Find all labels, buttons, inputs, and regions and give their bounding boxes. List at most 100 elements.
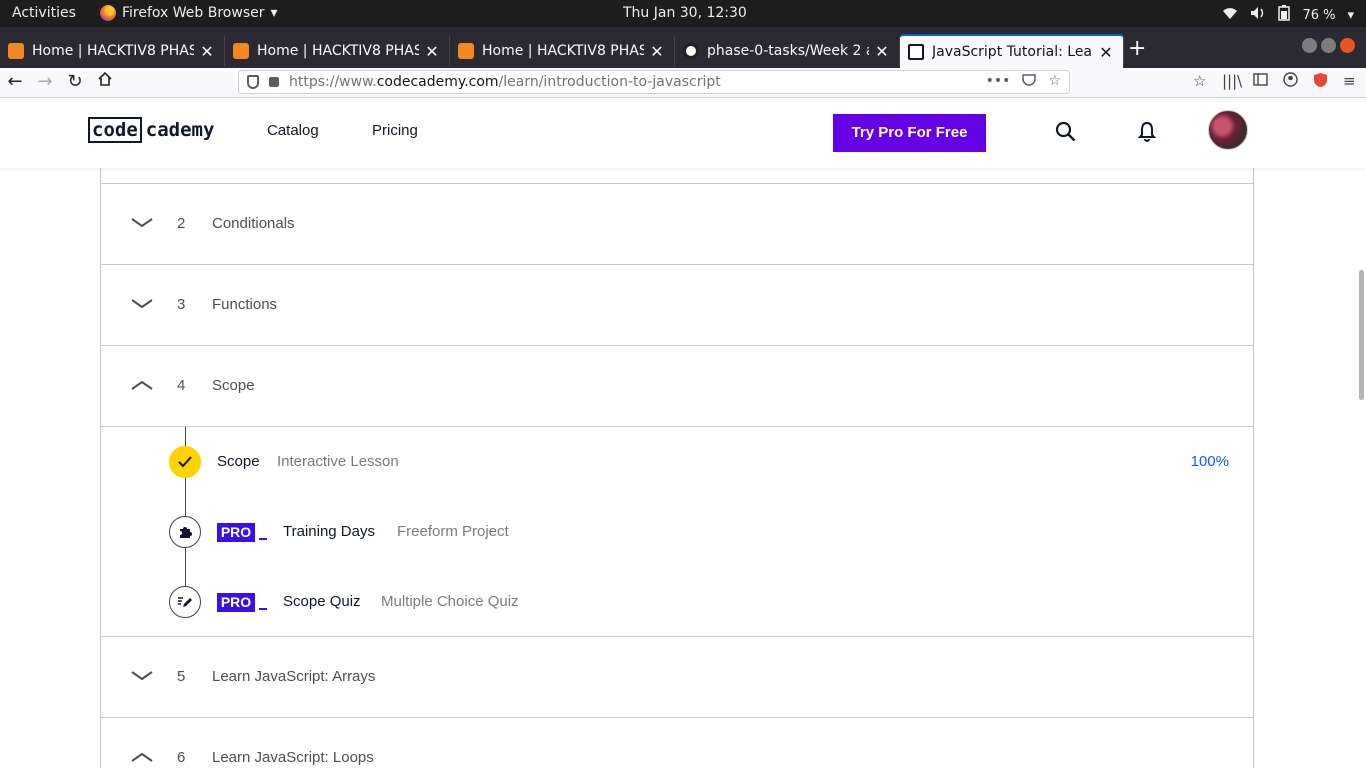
lesson-row-scope-quiz[interactable]: PRO Scope Quiz Multiple Choice Quiz	[101, 582, 1253, 622]
lesson-progress: 100%	[1190, 453, 1229, 470]
volume-icon	[1250, 6, 1266, 24]
pocket-icon[interactable]	[1022, 73, 1037, 91]
page-scrollbar[interactable]	[1359, 270, 1364, 400]
lesson-row-training-days[interactable]: PRO Training Days Freeform Project	[101, 512, 1253, 552]
tab-hacktiv8-1[interactable]: Home | HACKTIV8 PHASE ✕	[0, 36, 225, 66]
tracking-protection-shield-icon[interactable]	[247, 75, 259, 89]
puzzle-icon	[169, 516, 201, 548]
module-row-loops[interactable]: 6 Learn JavaScript: Loops	[101, 717, 1253, 768]
lock-icon[interactable]	[269, 77, 279, 87]
check-icon	[169, 446, 201, 478]
chevron-down-icon: ▾	[270, 5, 278, 21]
close-tab-icon[interactable]: ✕	[198, 42, 216, 61]
hacktiv8-favicon-icon	[458, 43, 474, 59]
tab-hacktiv8-2[interactable]: Home | HACKTIV8 PHASE ✕	[225, 36, 450, 66]
home-icon[interactable]	[94, 71, 116, 93]
chevron-up-icon[interactable]	[131, 750, 153, 768]
module-row-arrays[interactable]: 5 Learn JavaScript: Arrays	[101, 636, 1253, 717]
library-icon[interactable]: |||\	[1222, 72, 1242, 90]
site-header: code cademy Catalog Pricing Try Pro For …	[0, 98, 1366, 168]
chevron-down-icon[interactable]	[131, 216, 153, 234]
wifi-icon	[1222, 6, 1238, 24]
downloads-star-icon[interactable]: ☆	[1193, 72, 1206, 90]
tab-hacktiv8-3[interactable]: Home | HACKTIV8 PHASE ✕	[450, 36, 675, 66]
logo-cademy: cademy	[145, 119, 215, 141]
module-row-conditionals[interactable]: 2 Conditionals	[101, 183, 1253, 264]
close-tab-icon[interactable]: ✕	[1097, 43, 1115, 62]
module-title: Functions	[212, 296, 278, 313]
url-prefix: https://www.	[289, 74, 377, 90]
lesson-name[interactable]: Scope Quiz	[283, 593, 361, 610]
reload-icon[interactable]: ↻	[64, 71, 86, 93]
lesson-type: Interactive Lesson	[277, 453, 399, 470]
course-syllabus: 2 Conditionals 3 Functions 4 Scope Scope…	[100, 168, 1254, 768]
close-tab-icon[interactable]: ✕	[873, 42, 891, 61]
url-text[interactable]: https://www.codecademy.com/learn/introdu…	[289, 74, 721, 90]
chevron-down-icon[interactable]	[131, 669, 153, 687]
firefox-icon	[100, 5, 116, 21]
url-path: /learn/introduction-to-javascript	[498, 74, 721, 90]
hacktiv8-favicon-icon	[8, 43, 24, 59]
app-menu[interactable]: Firefox Web Browser ▾	[100, 5, 278, 21]
codecademy-favicon-icon	[908, 44, 924, 60]
clock[interactable]: Thu Jan 30, 12:30	[623, 5, 747, 21]
notifications-bell-icon[interactable]	[1137, 121, 1157, 147]
logo-code-box: code	[88, 117, 142, 143]
module-row-scope[interactable]: 4 Scope	[101, 345, 1253, 426]
user-avatar[interactable]	[1208, 110, 1248, 150]
module-number: 5	[177, 668, 186, 685]
tab-label: Home | HACKTIV8 PHASE	[32, 43, 194, 59]
battery-icon	[1278, 5, 1291, 25]
close-tab-icon[interactable]: ✕	[423, 42, 441, 61]
lesson-row-scope[interactable]: Scope Interactive Lesson 100%	[101, 442, 1253, 482]
lesson-name[interactable]: Scope	[217, 453, 260, 470]
catalog-link[interactable]: Catalog	[267, 122, 319, 139]
pricing-link[interactable]: Pricing	[372, 122, 418, 139]
minimize-window-button[interactable]	[1302, 38, 1317, 53]
new-tab-button[interactable]: +	[1128, 38, 1146, 60]
hamburger-menu-icon[interactable]: ≡	[1343, 72, 1356, 90]
page-actions-icon[interactable]: •••	[986, 73, 1011, 91]
system-tray[interactable]: 76 % ▾	[1222, 5, 1354, 25]
codecademy-logo[interactable]: code cademy	[88, 117, 214, 143]
account-icon[interactable]	[1283, 72, 1298, 91]
url-domain: codecademy.com	[376, 74, 499, 90]
module-title: Learn JavaScript: Arrays	[212, 668, 376, 685]
tab-label: Home | HACKTIV8 PHASE	[482, 43, 644, 59]
lesson-type: Freeform Project	[397, 523, 509, 540]
pro-badge: PRO	[217, 523, 255, 542]
chevron-up-icon[interactable]	[131, 378, 153, 396]
tab-codecademy-active[interactable]: JavaScript Tutorial: Learn ✕	[900, 34, 1124, 68]
bookmark-star-icon[interactable]: ☆	[1048, 73, 1061, 91]
pro-badge-cursor	[259, 538, 267, 540]
chevron-down-icon[interactable]	[131, 297, 153, 315]
module-title: Learn JavaScript: Loops	[212, 749, 374, 766]
url-bar[interactable]: https://www.codecademy.com/learn/introdu…	[238, 70, 1070, 94]
quiz-pencil-icon	[169, 586, 201, 618]
extension-shield-icon[interactable]	[1313, 72, 1328, 92]
lesson-name[interactable]: Training Days	[283, 523, 375, 540]
module-number: 2	[177, 215, 186, 232]
tab-label: phase-0-tasks/Week 2 at	[707, 43, 869, 59]
pro-badge: PRO	[217, 593, 255, 612]
system-menu-chevron-icon: ▾	[1347, 7, 1354, 23]
battery-percent: 76 %	[1302, 7, 1336, 23]
back-arrow-icon[interactable]: ←	[4, 71, 26, 93]
try-pro-button[interactable]: Try Pro For Free	[833, 114, 986, 152]
tab-strip: Home | HACKTIV8 PHASE ✕ Home | HACKTIV8 …	[0, 27, 1366, 68]
pro-badge-cursor	[259, 608, 267, 610]
sidebar-icon[interactable]	[1253, 72, 1268, 90]
maximize-window-button[interactable]	[1321, 38, 1336, 53]
module-number: 4	[177, 377, 186, 394]
forward-arrow-icon[interactable]: →	[34, 71, 56, 93]
search-icon[interactable]	[1055, 121, 1076, 146]
close-window-button[interactable]	[1340, 38, 1355, 53]
module-title: Scope	[212, 377, 255, 394]
module-row-functions[interactable]: 3 Functions	[101, 264, 1253, 345]
close-tab-icon[interactable]: ✕	[648, 42, 666, 61]
activities-button[interactable]: Activities	[12, 5, 76, 21]
app-name: Firefox Web Browser	[122, 5, 265, 21]
tab-github[interactable]: phase-0-tasks/Week 2 at ✕	[675, 36, 900, 66]
module-title: Conditionals	[212, 215, 295, 232]
github-favicon-icon	[683, 43, 699, 59]
